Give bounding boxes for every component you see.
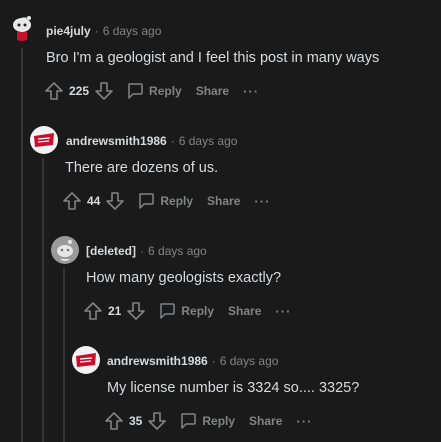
comment-bubble-icon — [160, 303, 176, 319]
deleted-user-avatar-icon — [51, 236, 79, 264]
comment-actions: 44 Reply Share ··· — [62, 189, 270, 213]
avatar[interactable] — [72, 346, 100, 374]
comment-bubble-icon — [181, 413, 197, 429]
vote-count: 225 — [69, 84, 90, 98]
red-logo-avatar-icon — [30, 126, 58, 154]
upvote-icon[interactable] — [104, 411, 124, 431]
reply-label: Reply — [149, 84, 182, 98]
reply-button[interactable]: Reply — [137, 192, 193, 210]
comment-meta: andrewsmith1986 · 6 days ago — [66, 134, 237, 148]
author-link[interactable]: pie4july — [46, 24, 91, 38]
reply-button[interactable]: Reply — [126, 82, 182, 100]
more-options-icon[interactable]: ··· — [296, 414, 312, 429]
thread-line-level-3[interactable] — [63, 268, 65, 442]
snoo-avatar-icon — [8, 13, 36, 41]
comment-actions: 35 Reply Share ··· — [104, 409, 312, 433]
timestamp[interactable]: 6 days ago — [179, 134, 238, 148]
comment-text: There are dozens of us. — [65, 160, 219, 176]
reply-button[interactable]: Reply — [158, 302, 214, 320]
reply-label: Reply — [181, 304, 215, 318]
avatar[interactable] — [51, 236, 79, 264]
comment-bubble-icon — [139, 193, 155, 209]
comment-meta: pie4july · 6 days ago — [46, 24, 161, 38]
author-link: [deleted] — [86, 244, 137, 258]
author-link[interactable]: andrewsmith1986 — [66, 134, 167, 148]
reply-label: Reply — [202, 414, 236, 428]
reply-button[interactable]: Reply — [179, 412, 235, 430]
share-button[interactable]: Share — [249, 414, 282, 428]
upvote-icon[interactable] — [83, 301, 103, 321]
downvote-icon[interactable] — [126, 301, 146, 321]
timestamp[interactable]: 6 days ago — [148, 244, 207, 258]
red-logo-avatar-icon — [72, 346, 100, 374]
share-button[interactable]: Share — [228, 304, 261, 318]
comment-meta: [deleted] · 6 days ago — [86, 244, 207, 258]
comment-text: How many geologists exactly? — [86, 270, 282, 286]
separator: · — [94, 24, 99, 38]
avatar[interactable] — [8, 13, 36, 41]
separator: · — [170, 134, 175, 148]
reply-label: Reply — [160, 194, 194, 208]
separator: · — [140, 244, 145, 258]
upvote-icon[interactable] — [44, 81, 64, 101]
vote-count: 21 — [108, 304, 122, 318]
more-options-icon[interactable]: ··· — [243, 84, 259, 99]
comment-text: My license number is 3324 so.... 3325? — [107, 380, 360, 396]
timestamp[interactable]: 6 days ago — [220, 354, 279, 368]
thread-line-level-1[interactable] — [21, 48, 23, 442]
comment-bubble-icon — [128, 83, 143, 99]
share-button[interactable]: Share — [196, 84, 229, 98]
separator: · — [211, 354, 216, 368]
avatar[interactable] — [30, 126, 58, 154]
timestamp[interactable]: 6 days ago — [103, 24, 162, 38]
comment-meta: andrewsmith1986 · 6 days ago — [107, 354, 278, 368]
vote-count: 44 — [87, 194, 101, 208]
vote-count: 35 — [129, 414, 143, 428]
downvote-icon[interactable] — [105, 191, 125, 211]
comment-actions: 225 Reply Share ··· — [44, 79, 259, 103]
upvote-icon[interactable] — [62, 191, 82, 211]
comment-text: Bro I'm a geologist and I feel this post… — [46, 50, 380, 66]
comment-actions: 21 Reply Share ··· — [83, 299, 291, 323]
thread-line-level-2[interactable] — [42, 158, 44, 442]
more-options-icon[interactable]: ··· — [254, 194, 270, 209]
downvote-icon[interactable] — [94, 81, 114, 101]
share-button[interactable]: Share — [207, 194, 240, 208]
more-options-icon[interactable]: ··· — [275, 304, 291, 319]
downvote-icon[interactable] — [147, 411, 167, 431]
author-link[interactable]: andrewsmith1986 — [107, 354, 208, 368]
